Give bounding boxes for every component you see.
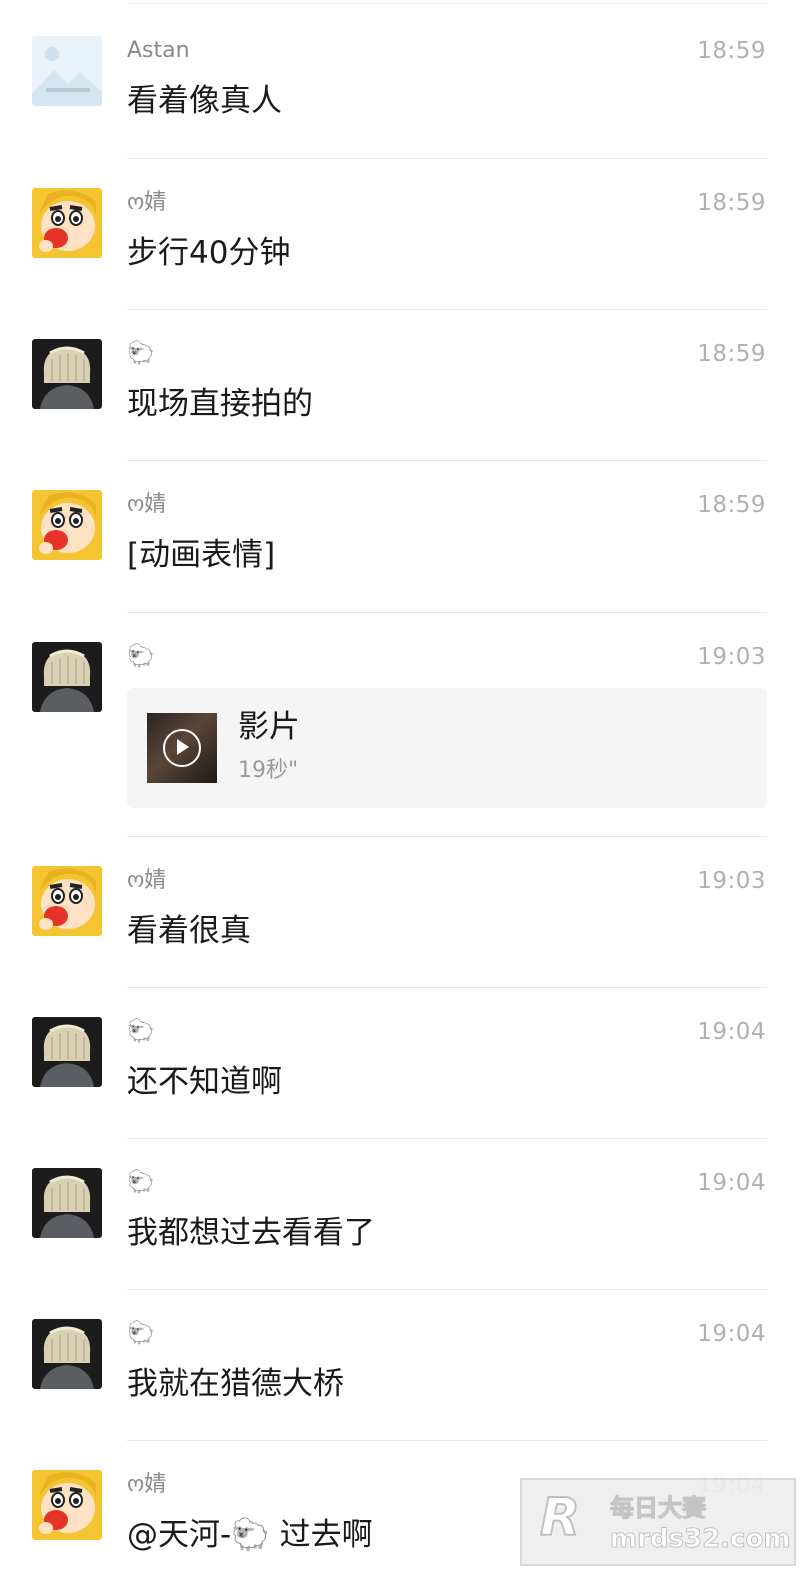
- video-title: 影片: [238, 709, 300, 745]
- sender-name: ო婧: [127, 190, 167, 215]
- message-divider: [127, 1138, 767, 1139]
- landscape-placeholder-avatar[interactable]: [32, 36, 102, 106]
- video-message-card[interactable]: 影片 19秒": [127, 688, 767, 808]
- message-text: 我都想过去看看了: [127, 1215, 375, 1251]
- message-divider: [127, 309, 767, 310]
- message-time: 19:04: [697, 1321, 766, 1347]
- message-time: 19:04: [697, 1170, 766, 1196]
- sender-name: ო婧: [127, 492, 167, 517]
- watermark-url: mrds32.com: [609, 1524, 791, 1555]
- watermark-box: R 每日大賽 mrds32.com: [520, 1478, 796, 1566]
- sender-name: 🐑: [127, 341, 155, 366]
- play-icon[interactable]: [163, 729, 201, 767]
- sender-name: 🐑: [127, 1170, 155, 1195]
- message-time: 18:59: [697, 341, 766, 367]
- blonde-hair-avatar[interactable]: [32, 1319, 102, 1389]
- sender-name: 🐑: [127, 644, 155, 669]
- message-text: @天河-🐑 过去啊: [127, 1517, 373, 1553]
- message-text: [动画表情]: [127, 537, 276, 573]
- message-divider: [127, 612, 767, 613]
- message-divider: [127, 1440, 767, 1441]
- message-text: 看着像真人: [127, 83, 282, 119]
- message-divider: [127, 1289, 767, 1290]
- chat-message-list: Astan 18:59 看着像真人 ო婧 18:59 步行40分钟 🐑 18:59 现场直接拍的…: [0, 0, 800, 1570]
- cartoon-boy-avatar[interactable]: [32, 866, 102, 936]
- message-time: 19:03: [697, 868, 766, 894]
- blonde-hair-avatar[interactable]: [32, 1017, 102, 1087]
- video-thumbnail[interactable]: [147, 713, 217, 783]
- watermark: R 每日大賽 mrds32.com: [512, 1470, 800, 1570]
- message-time: 18:59: [697, 38, 766, 64]
- message-divider: [127, 836, 767, 837]
- sender-name: 🐑: [127, 1019, 155, 1044]
- sender-name: ო婧: [127, 868, 167, 893]
- cartoon-boy-avatar[interactable]: [32, 490, 102, 560]
- top-divider: [127, 3, 767, 4]
- message-text: 看着很真: [127, 913, 251, 949]
- video-duration: 19秒": [238, 758, 299, 783]
- message-divider: [127, 987, 767, 988]
- watermark-title: 每日大賽: [610, 1494, 707, 1523]
- message-time: 19:03: [697, 644, 766, 670]
- message-text: 还不知道啊: [127, 1064, 282, 1100]
- message-divider: [127, 158, 767, 159]
- sender-name: ო婧: [127, 1472, 167, 1497]
- blonde-hair-avatar[interactable]: [32, 642, 102, 712]
- message-text: 步行40分钟: [127, 235, 291, 271]
- blonde-hair-avatar[interactable]: [32, 339, 102, 409]
- cartoon-boy-avatar[interactable]: [32, 1470, 102, 1540]
- message-text: 我就在猎德大桥: [127, 1366, 344, 1402]
- message-time: 18:59: [697, 190, 766, 216]
- sender-name: 🐑: [127, 1321, 155, 1346]
- message-time: 19:04: [697, 1019, 766, 1045]
- blonde-hair-avatar[interactable]: [32, 1168, 102, 1238]
- watermark-logo: R: [539, 1487, 581, 1549]
- cartoon-boy-avatar[interactable]: [32, 188, 102, 258]
- message-divider: [127, 460, 767, 461]
- message-time: 18:59: [697, 492, 766, 518]
- sender-name: Astan: [127, 38, 190, 63]
- message-text: 现场直接拍的: [127, 386, 313, 422]
